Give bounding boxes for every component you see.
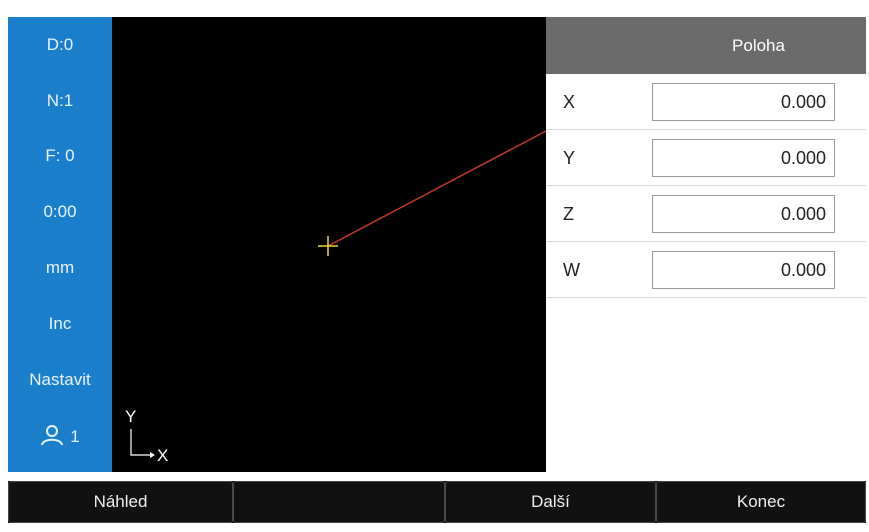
axis-row-w: W 0.000: [546, 242, 866, 298]
softkey-preview[interactable]: Náhled: [8, 481, 233, 523]
axis-indicator-y: Y: [125, 407, 136, 426]
softkey-empty[interactable]: [233, 481, 445, 523]
axis-label: W: [563, 260, 580, 280]
status-block-number[interactable]: N:1: [8, 87, 112, 115]
axis-indicator-icon: Y X: [125, 407, 168, 465]
axis-value-field[interactable]: 0.000: [652, 83, 835, 121]
status-feed[interactable]: F: 0: [8, 142, 112, 170]
axis-label: Z: [563, 204, 574, 224]
status-mode[interactable]: Inc: [8, 310, 112, 338]
axis-label: X: [563, 92, 576, 112]
status-setup[interactable]: Nastavit: [8, 366, 112, 394]
softkey-end[interactable]: Konec: [656, 481, 866, 523]
axis-row-z: Z 0.000: [546, 186, 866, 242]
status-time[interactable]: 0:00: [8, 198, 112, 226]
axis-label: Y: [563, 148, 576, 168]
preview-canvas[interactable]: Y X: [112, 17, 546, 472]
status-datum[interactable]: D:0: [8, 31, 112, 59]
axis-row-y: Y 0.000: [546, 130, 866, 186]
axis-value-field[interactable]: 0.000: [652, 195, 835, 233]
panel-header: Poloha: [546, 17, 866, 74]
status-units[interactable]: mm: [8, 254, 112, 282]
toolpath-line: [327, 130, 546, 247]
panel-title: Poloha: [732, 36, 785, 55]
position-panel: Poloha X 0.000 Y 0.000 Z 0.000 W 0.000: [546, 17, 866, 472]
status-sidebar: D:0 N:1 F: 0 0:00 mm Inc Nastavit 1: [8, 17, 112, 472]
status-user[interactable]: 1: [8, 422, 112, 452]
axis-value-field[interactable]: 0.000: [652, 139, 835, 177]
user-icon: [40, 424, 64, 451]
softkey-next[interactable]: Další: [445, 481, 656, 523]
axis-row-x: X 0.000: [546, 74, 866, 130]
axis-value-field[interactable]: 0.000: [652, 251, 835, 289]
preview-graphics: Y X: [125, 130, 546, 465]
axis-indicator-x: X: [157, 446, 168, 465]
user-number: 1: [70, 427, 80, 446]
dro-screen: D:0 N:1 F: 0 0:00 mm Inc Nastavit 1 Y X …: [0, 0, 869, 532]
softkey-bar: Náhled Další Konec: [8, 481, 866, 523]
